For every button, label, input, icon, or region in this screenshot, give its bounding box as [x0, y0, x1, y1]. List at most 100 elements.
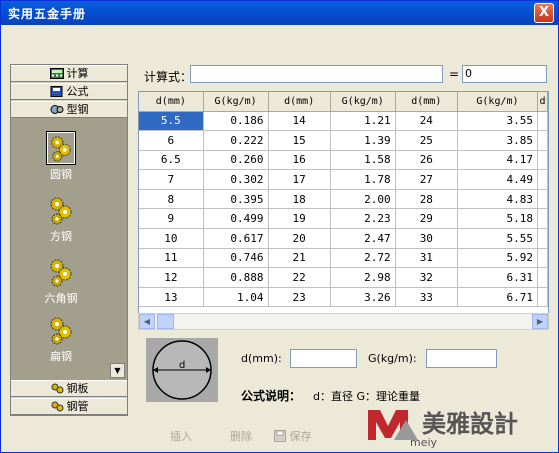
column-header[interactable]: G(kg/m) — [457, 92, 538, 112]
diameter-cell[interactable]: 25 — [395, 130, 458, 151]
diameter-cell[interactable]: 27 — [395, 169, 458, 190]
table-row[interactable]: 5.5 0.186 14 1.21 24 3.55 — [139, 111, 548, 132]
overflow-cell[interactable] — [537, 228, 548, 249]
diameter-cell[interactable]: 15 — [268, 130, 331, 151]
weight-cell[interactable]: 3.85 — [457, 130, 538, 151]
table-row[interactable]: 10 0.617 20 2.47 30 5.55 — [139, 228, 548, 249]
diameter-cell[interactable]: 10 — [139, 228, 204, 249]
nav-item-square-steel[interactable]: 方钢 — [11, 194, 111, 244]
nav-item-round-steel[interactable]: 圆钢 — [11, 131, 111, 182]
diameter-cell[interactable]: 5.5 — [139, 111, 204, 132]
weight-cell[interactable]: 0.302 — [203, 169, 269, 190]
column-header[interactable]: G(kg/m) — [330, 92, 396, 112]
column-header[interactable]: d(mm) — [268, 92, 331, 112]
overflow-cell[interactable] — [537, 130, 548, 151]
insert-button[interactable]: 插入 — [170, 428, 192, 444]
table-row[interactable]: 7 0.302 17 1.78 27 4.49 — [139, 169, 548, 190]
panel-scroll-down-button[interactable]: ▼ — [110, 363, 125, 378]
column-header[interactable]: d — [537, 92, 548, 112]
diameter-cell[interactable]: 31 — [395, 248, 458, 269]
diameter-cell[interactable]: 33 — [395, 287, 458, 308]
weight-cell[interactable]: 5.92 — [457, 248, 538, 269]
weight-cell[interactable]: 2.72 — [330, 248, 396, 269]
table-row[interactable]: 12 0.888 22 2.98 32 6.31 — [139, 267, 548, 288]
nav-item-hexagon-steel[interactable]: 六角钢 — [11, 256, 111, 306]
diameter-cell[interactable]: 9 — [139, 208, 204, 230]
diameter-cell[interactable]: 12 — [139, 267, 204, 288]
weight-cell[interactable]: 1.04 — [203, 287, 269, 308]
table-row[interactable]: 8 0.395 18 2.00 28 4.83 — [139, 189, 548, 210]
weight-cell[interactable]: 3.55 — [457, 111, 538, 132]
nav-item-flat-steel[interactable]: 扁钢 — [11, 314, 111, 364]
weight-cell[interactable]: 3.26 — [330, 287, 396, 308]
g-input[interactable] — [426, 349, 497, 368]
weight-cell[interactable]: 5.55 — [457, 228, 538, 249]
weight-cell[interactable]: 0.186 — [203, 111, 269, 132]
column-header[interactable]: d(mm) — [395, 92, 458, 112]
weight-cell[interactable]: 6.71 — [457, 287, 538, 308]
scrollbar-thumb[interactable] — [157, 314, 174, 329]
diameter-cell[interactable]: 28 — [395, 189, 458, 210]
table-row[interactable]: 6.5 0.260 16 1.58 26 4.17 — [139, 150, 548, 171]
diameter-cell[interactable]: 13 — [139, 287, 204, 308]
weight-cell[interactable]: 1.39 — [330, 130, 396, 151]
diameter-cell[interactable]: 7 — [139, 169, 204, 190]
overflow-cell[interactable] — [537, 208, 548, 230]
weight-cell[interactable]: 4.49 — [457, 169, 538, 190]
weight-cell[interactable]: 2.00 — [330, 189, 396, 210]
weight-cell[interactable]: 6.31 — [457, 267, 538, 288]
column-header[interactable]: G(kg/m) — [203, 92, 269, 112]
weight-cell[interactable]: 0.746 — [203, 248, 269, 269]
diameter-cell[interactable]: 32 — [395, 267, 458, 288]
diameter-cell[interactable]: 6 — [139, 130, 204, 151]
weight-cell[interactable]: 4.83 — [457, 189, 538, 210]
diameter-cell[interactable]: 17 — [268, 169, 331, 190]
table-row[interactable]: 9 0.499 19 2.23 29 5.18 — [139, 208, 548, 230]
diameter-cell[interactable]: 19 — [268, 208, 331, 230]
weight-cell[interactable]: 0.499 — [203, 208, 269, 230]
result-field[interactable]: 0 — [462, 65, 547, 83]
overflow-cell[interactable] — [537, 111, 548, 132]
diameter-cell[interactable]: 11 — [139, 248, 204, 269]
column-header[interactable]: d(mm) — [139, 92, 204, 112]
diameter-cell[interactable]: 6.5 — [139, 150, 204, 171]
diameter-cell[interactable]: 30 — [395, 228, 458, 249]
diameter-cell[interactable]: 8 — [139, 189, 204, 210]
horizontal-scrollbar[interactable]: ◀ ▶ — [138, 313, 549, 330]
diameter-cell[interactable]: 21 — [268, 248, 331, 269]
nav-button-formula[interactable]: 公式 — [11, 83, 127, 100]
overflow-cell[interactable] — [537, 267, 548, 288]
overflow-cell[interactable] — [537, 248, 548, 269]
weight-cell[interactable]: 2.47 — [330, 228, 396, 249]
nav-button-calculate[interactable]: 计算 — [11, 65, 127, 82]
weight-cell[interactable]: 1.21 — [330, 111, 396, 132]
weight-cell[interactable]: 0.395 — [203, 189, 269, 210]
delete-button[interactable]: 删除 — [230, 428, 252, 444]
formula-input[interactable] — [190, 65, 443, 83]
scroll-right-button[interactable]: ▶ — [532, 314, 548, 329]
overflow-cell[interactable] — [537, 169, 548, 190]
table-row[interactable]: 13 1.04 23 3.26 33 6.71 — [139, 287, 548, 308]
close-button[interactable]: X — [534, 3, 554, 23]
d-input[interactable] — [290, 349, 357, 368]
weight-cell[interactable]: 2.23 — [330, 208, 396, 230]
table-row[interactable]: 6 0.222 15 1.39 25 3.85 — [139, 130, 548, 151]
diameter-cell[interactable]: 24 — [395, 111, 458, 132]
weight-cell[interactable]: 0.222 — [203, 130, 269, 151]
overflow-cell[interactable] — [537, 189, 548, 210]
weight-cell[interactable]: 5.18 — [457, 208, 538, 230]
weight-cell[interactable]: 1.78 — [330, 169, 396, 190]
save-button[interactable]: 保存 — [274, 428, 312, 444]
weight-cell[interactable]: 1.58 — [330, 150, 396, 171]
nav-button-steel-pipe[interactable]: 钢管 — [11, 398, 127, 415]
diameter-cell[interactable]: 20 — [268, 228, 331, 249]
overflow-cell[interactable] — [537, 150, 548, 171]
weight-cell[interactable]: 4.17 — [457, 150, 538, 171]
weight-cell[interactable]: 0.617 — [203, 228, 269, 249]
overflow-cell[interactable] — [537, 287, 548, 308]
weight-cell[interactable]: 2.98 — [330, 267, 396, 288]
scroll-left-button[interactable]: ◀ — [139, 314, 155, 329]
diameter-cell[interactable]: 23 — [268, 287, 331, 308]
title-bar[interactable]: 实用五金手册 X — [1, 1, 558, 25]
diameter-cell[interactable]: 26 — [395, 150, 458, 171]
